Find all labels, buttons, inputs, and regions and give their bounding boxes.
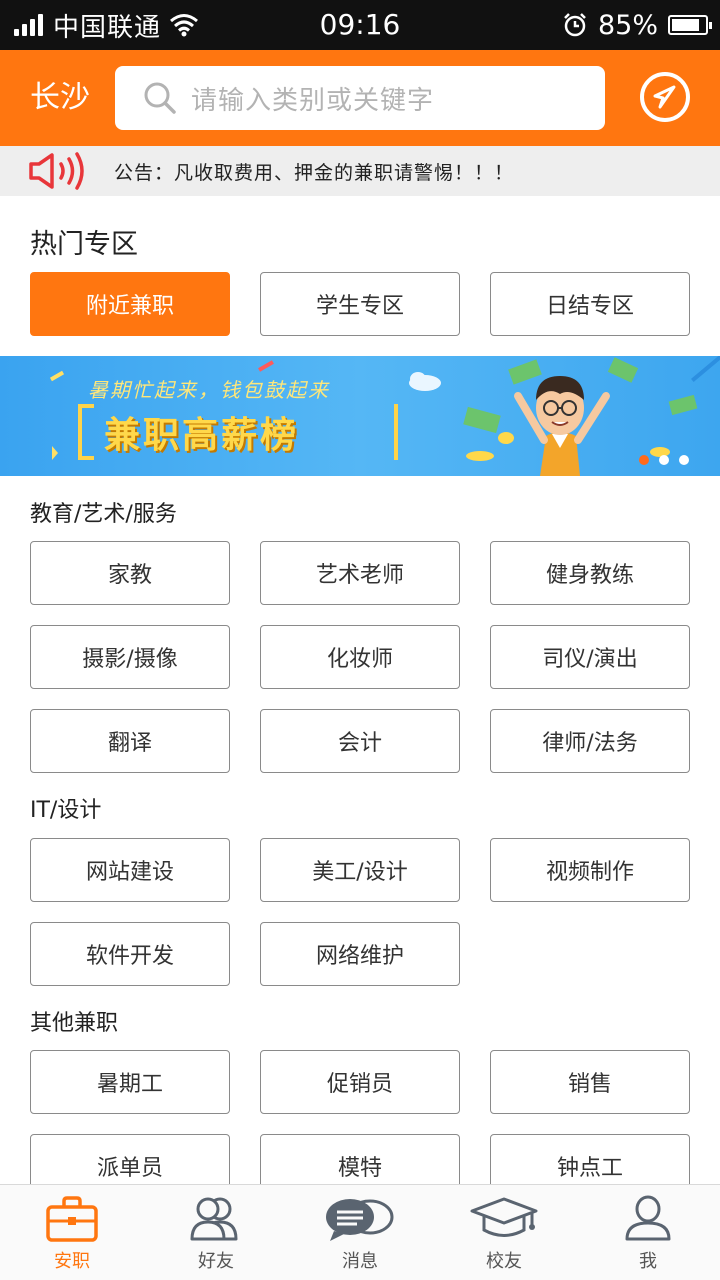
job-host-performance-button[interactable]: 司仪/演出 [490,625,690,689]
top-header: 长沙 请输入类别或关键字 [0,50,720,146]
job-software-dev-button[interactable]: 软件开发 [30,922,230,986]
tab-jobs[interactable]: 安职 [0,1185,144,1280]
status-right: 85% [562,0,712,50]
tab-messages-label: 消息 [342,1251,378,1272]
battery-percent: 85% [597,9,658,41]
hot-nearby-button[interactable]: 附近兼职 [30,272,230,336]
job-sales-button[interactable]: 销售 [490,1050,690,1114]
job-promoter-button[interactable]: 促销员 [260,1050,460,1114]
announcement-bar[interactable]: 公告：凡收取费用、押金的兼职请警惕！！！ [0,146,720,196]
banner-dot[interactable] [659,455,669,465]
promo-banner[interactable]: 暑期忙起来，钱包鼓起来 兼职高薪榜 [0,356,720,476]
job-fitness-coach-button[interactable]: 健身教练 [490,541,690,605]
announcement-text: 公告：凡收取费用、押金的兼职请警惕！！！ [114,161,515,184]
status-bar: 中国联通 09:16 85% [0,0,720,50]
job-lawyer-button[interactable]: 律师/法务 [490,709,690,773]
tab-friends-label: 好友 [198,1251,234,1272]
tab-jobs-label: 安职 [54,1251,90,1272]
graduation-cap-icon [470,1197,538,1237]
job-graphic-design-button[interactable]: 美工/设计 [260,838,460,902]
alarm-clock-icon [564,13,586,37]
friends-icon [190,1197,238,1241]
job-photography-button[interactable]: 摄影/摄像 [30,625,230,689]
navigation-arrow-icon[interactable] [640,72,690,122]
banner-pagination [639,455,689,465]
job-makeup-artist-button[interactable]: 化妆师 [260,625,460,689]
tab-alumni-label: 校友 [486,1251,522,1272]
job-network-maintenance-button[interactable]: 网络维护 [260,922,460,986]
search-icon [144,82,176,114]
hot-zone-title: 热门专区 [30,229,138,260]
tab-me[interactable]: 我 [576,1185,720,1280]
city-selector[interactable]: 长沙 [30,50,90,146]
bottom-tab-bar: 安职 好友 消息 校友 我 [0,1184,720,1280]
briefcase-icon [46,1196,98,1242]
tab-messages[interactable]: 消息 [288,1185,432,1280]
banner-subtitle: 暑期忙起来，钱包鼓起来 [88,378,330,402]
banner-dot[interactable] [679,455,689,465]
tab-me-label: 我 [639,1251,657,1272]
category-title-other: 其他兼职 [30,1011,119,1036]
job-translator-button[interactable]: 翻译 [30,709,230,773]
tab-alumni[interactable]: 校友 [432,1185,576,1280]
job-art-teacher-button[interactable]: 艺术老师 [260,541,460,605]
job-website-button[interactable]: 网站建设 [30,838,230,902]
banner-title: 兼职高薪榜 [104,415,300,456]
tab-friends[interactable]: 好友 [144,1185,288,1280]
search-input[interactable]: 请输入类别或关键字 [115,66,605,130]
job-tutor-button[interactable]: 家教 [30,541,230,605]
banner-dot[interactable] [639,455,649,465]
battery-icon [668,15,712,35]
job-accountant-button[interactable]: 会计 [260,709,460,773]
job-summer-work-button[interactable]: 暑期工 [30,1050,230,1114]
speaker-icon [29,152,84,190]
message-bubbles-icon [326,1199,394,1241]
search-placeholder: 请输入类别或关键字 [191,85,435,116]
hot-daily-pay-button[interactable]: 日结专区 [490,272,690,336]
app-screen: 中国联通 09:16 85% 长沙 请输入类别或关键字 公告：凡收取费用、押金的… [0,0,720,1280]
category-title-education: 教育/艺术/服务 [30,502,177,527]
category-title-it-design: IT/设计 [30,798,102,823]
person-icon [625,1195,671,1241]
job-video-production-button[interactable]: 视频制作 [490,838,690,902]
hot-student-button[interactable]: 学生专区 [260,272,460,336]
